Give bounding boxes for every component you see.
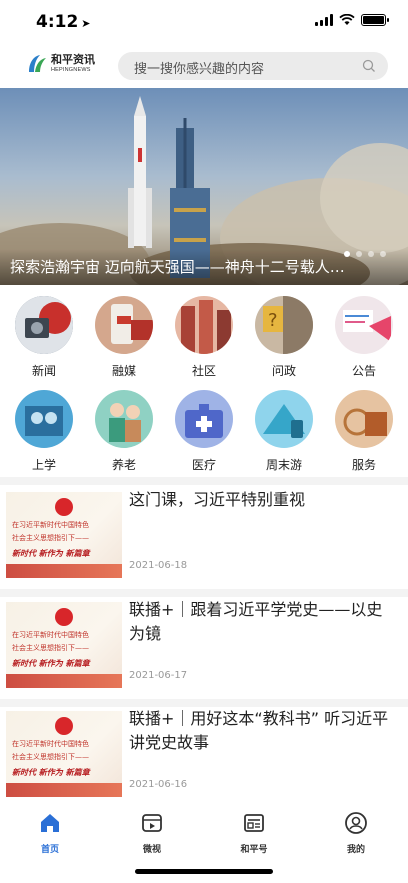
category-community[interactable]: 社区 <box>164 296 244 379</box>
logo-subtitle: HEPINGNEWS <box>51 66 91 73</box>
thumbnail-slogan: 新时代 新作为 新篇章 <box>12 549 90 558</box>
news-date: 2021-06-16 <box>129 779 188 790</box>
carousel-dot[interactable] <box>380 251 386 257</box>
thumbnail-ribbon <box>6 564 122 578</box>
wifi-icon <box>339 14 355 25</box>
party-emblem-icon <box>55 717 73 735</box>
category-label: 周末游 <box>265 458 302 472</box>
travel-icon <box>255 390 313 448</box>
medical-icon <box>175 390 233 448</box>
category-label: 新闻 <box>31 364 56 378</box>
thumbnail-text: 社会主义思想指引下—— <box>12 534 89 542</box>
thumbnail-slogan: 新时代 新作为 新篇章 <box>12 768 90 777</box>
inquiry-icon: ? <box>255 296 313 354</box>
carousel-dot[interactable] <box>344 251 350 257</box>
thumbnail-text: 在习近平新时代中国特色 <box>12 740 89 748</box>
thumbnail-ribbon <box>6 674 122 688</box>
category-news[interactable]: 新闻 <box>4 296 84 379</box>
home-indicator[interactable] <box>135 869 273 874</box>
section-divider <box>0 477 408 485</box>
category-label: 上学 <box>31 458 56 472</box>
news-thumbnail: 在习近平新时代中国特色 社会主义思想指引下—— 新时代 新作为 新篇章 <box>6 492 122 578</box>
battery-icon <box>361 14 389 26</box>
category-label: 服务 <box>351 458 376 472</box>
news-title[interactable]: 联播+｜跟着习近平学党史——以史为镜 <box>129 598 395 646</box>
tab-home[interactable]: 首页 <box>20 811 80 855</box>
news-icon <box>15 296 73 354</box>
tab-label: 我的 <box>346 845 365 855</box>
category-label: 融媒 <box>111 364 136 378</box>
tab-video[interactable]: 微视 <box>122 811 182 855</box>
app-logo[interactable]: 和平资讯 HEPINGNEWS <box>26 52 95 74</box>
thumbnail-text: 社会主义思想指引下—— <box>12 644 89 652</box>
category-label: 医疗 <box>191 458 216 472</box>
section-divider <box>0 589 408 597</box>
tab-label: 和平号 <box>240 845 268 855</box>
section-divider <box>0 699 408 707</box>
carousel-dot[interactable] <box>368 251 374 257</box>
thumbnail-text: 在习近平新时代中国特色 <box>12 631 89 639</box>
status-icons <box>315 14 389 26</box>
home-icon <box>41 814 59 832</box>
media-icon <box>95 296 153 354</box>
carousel-indicator <box>344 251 386 257</box>
thumbnail-text: 社会主义思想指引下—— <box>12 753 89 761</box>
thumbnail-slogan: 新时代 新作为 新篇章 <box>12 659 90 668</box>
party-emblem-icon <box>55 498 73 516</box>
cellular-signal-icon <box>315 14 333 26</box>
community-icon <box>175 296 233 354</box>
tab-profile[interactable]: 我的 <box>326 811 386 855</box>
banner-title[interactable]: 探索浩瀚宇宙 迈向航天强国——神舟十二号载人… <box>10 256 396 277</box>
search-icon[interactable] <box>362 59 376 73</box>
news-thumbnail: 在习近平新时代中国特色 社会主义思想指引下—— 新时代 新作为 新篇章 <box>6 711 122 797</box>
category-travel[interactable]: 周末游 <box>244 390 324 473</box>
category-medical[interactable]: 医疗 <box>164 390 244 473</box>
status-time: 4:12 ➤ <box>36 12 91 32</box>
tab-label: 微视 <box>142 845 161 855</box>
news-title[interactable]: 联播+｜用好这本“教科书” 听习近平讲党史故事 <box>129 707 395 755</box>
svg-text:?: ? <box>268 310 278 331</box>
category-media[interactable]: 融媒 <box>84 296 164 379</box>
service-icon <box>335 390 393 448</box>
search-placeholder: 搜一搜你感兴趣的内容 <box>134 62 265 77</box>
thumbnail-text: 在习近平新时代中国特色 <box>12 521 89 529</box>
news-item[interactable]: 在习近平新时代中国特色 社会主义思想指引下—— 新时代 新作为 新篇章 联播+｜… <box>0 598 408 698</box>
category-elderly[interactable]: 养老 <box>84 390 164 473</box>
carousel-dot[interactable] <box>356 251 362 257</box>
status-bar: 4:12 ➤ <box>0 0 408 46</box>
news-item[interactable]: 在习近平新时代中国特色 社会主义思想指引下—— 新时代 新作为 新篇章 联播+｜… <box>0 707 408 807</box>
category-label: 养老 <box>111 458 136 472</box>
banner-carousel[interactable]: 探索浩瀚宇宙 迈向航天强国——神舟十二号载人… <box>0 88 408 285</box>
elderly-icon <box>95 390 153 448</box>
news-title[interactable]: 这门课，习近平特别重视 <box>129 488 395 512</box>
category-inquiry[interactable]: ? 问政 <box>244 296 324 379</box>
news-item[interactable]: 在习近平新时代中国特色 社会主义思想指引下—— 新时代 新作为 新篇章 这门课，… <box>0 488 408 588</box>
location-arrow-icon: ➤ <box>81 17 91 30</box>
clock-text: 4:12 <box>36 12 79 32</box>
news-thumbnail: 在习近平新时代中国特色 社会主义思想指引下—— 新时代 新作为 新篇章 <box>6 602 122 688</box>
category-label: 社区 <box>191 364 216 378</box>
logo-title: 和平资讯 <box>51 52 95 66</box>
search-input[interactable]: 搜一搜你感兴趣的内容 <box>118 52 388 80</box>
header: 和平资讯 HEPINGNEWS 搜一搜你感兴趣的内容 <box>0 46 408 88</box>
category-service[interactable]: 服务 <box>324 390 404 473</box>
news-date: 2021-06-18 <box>129 560 188 571</box>
video-icon <box>142 814 162 832</box>
tab-label: 首页 <box>40 845 59 855</box>
article-icon <box>244 814 264 832</box>
notice-icon <box>335 296 393 354</box>
category-label: 问政 <box>271 364 296 378</box>
category-school[interactable]: 上学 <box>4 390 84 473</box>
thumbnail-ribbon <box>6 783 122 797</box>
logo-mark-icon <box>29 55 46 72</box>
category-notice[interactable]: 公告 <box>324 296 404 379</box>
party-emblem-icon <box>55 608 73 626</box>
category-label: 公告 <box>351 364 376 378</box>
profile-icon <box>345 812 367 834</box>
tab-article[interactable]: 和平号 <box>224 811 284 855</box>
school-icon <box>15 390 73 448</box>
news-date: 2021-06-17 <box>129 670 188 681</box>
